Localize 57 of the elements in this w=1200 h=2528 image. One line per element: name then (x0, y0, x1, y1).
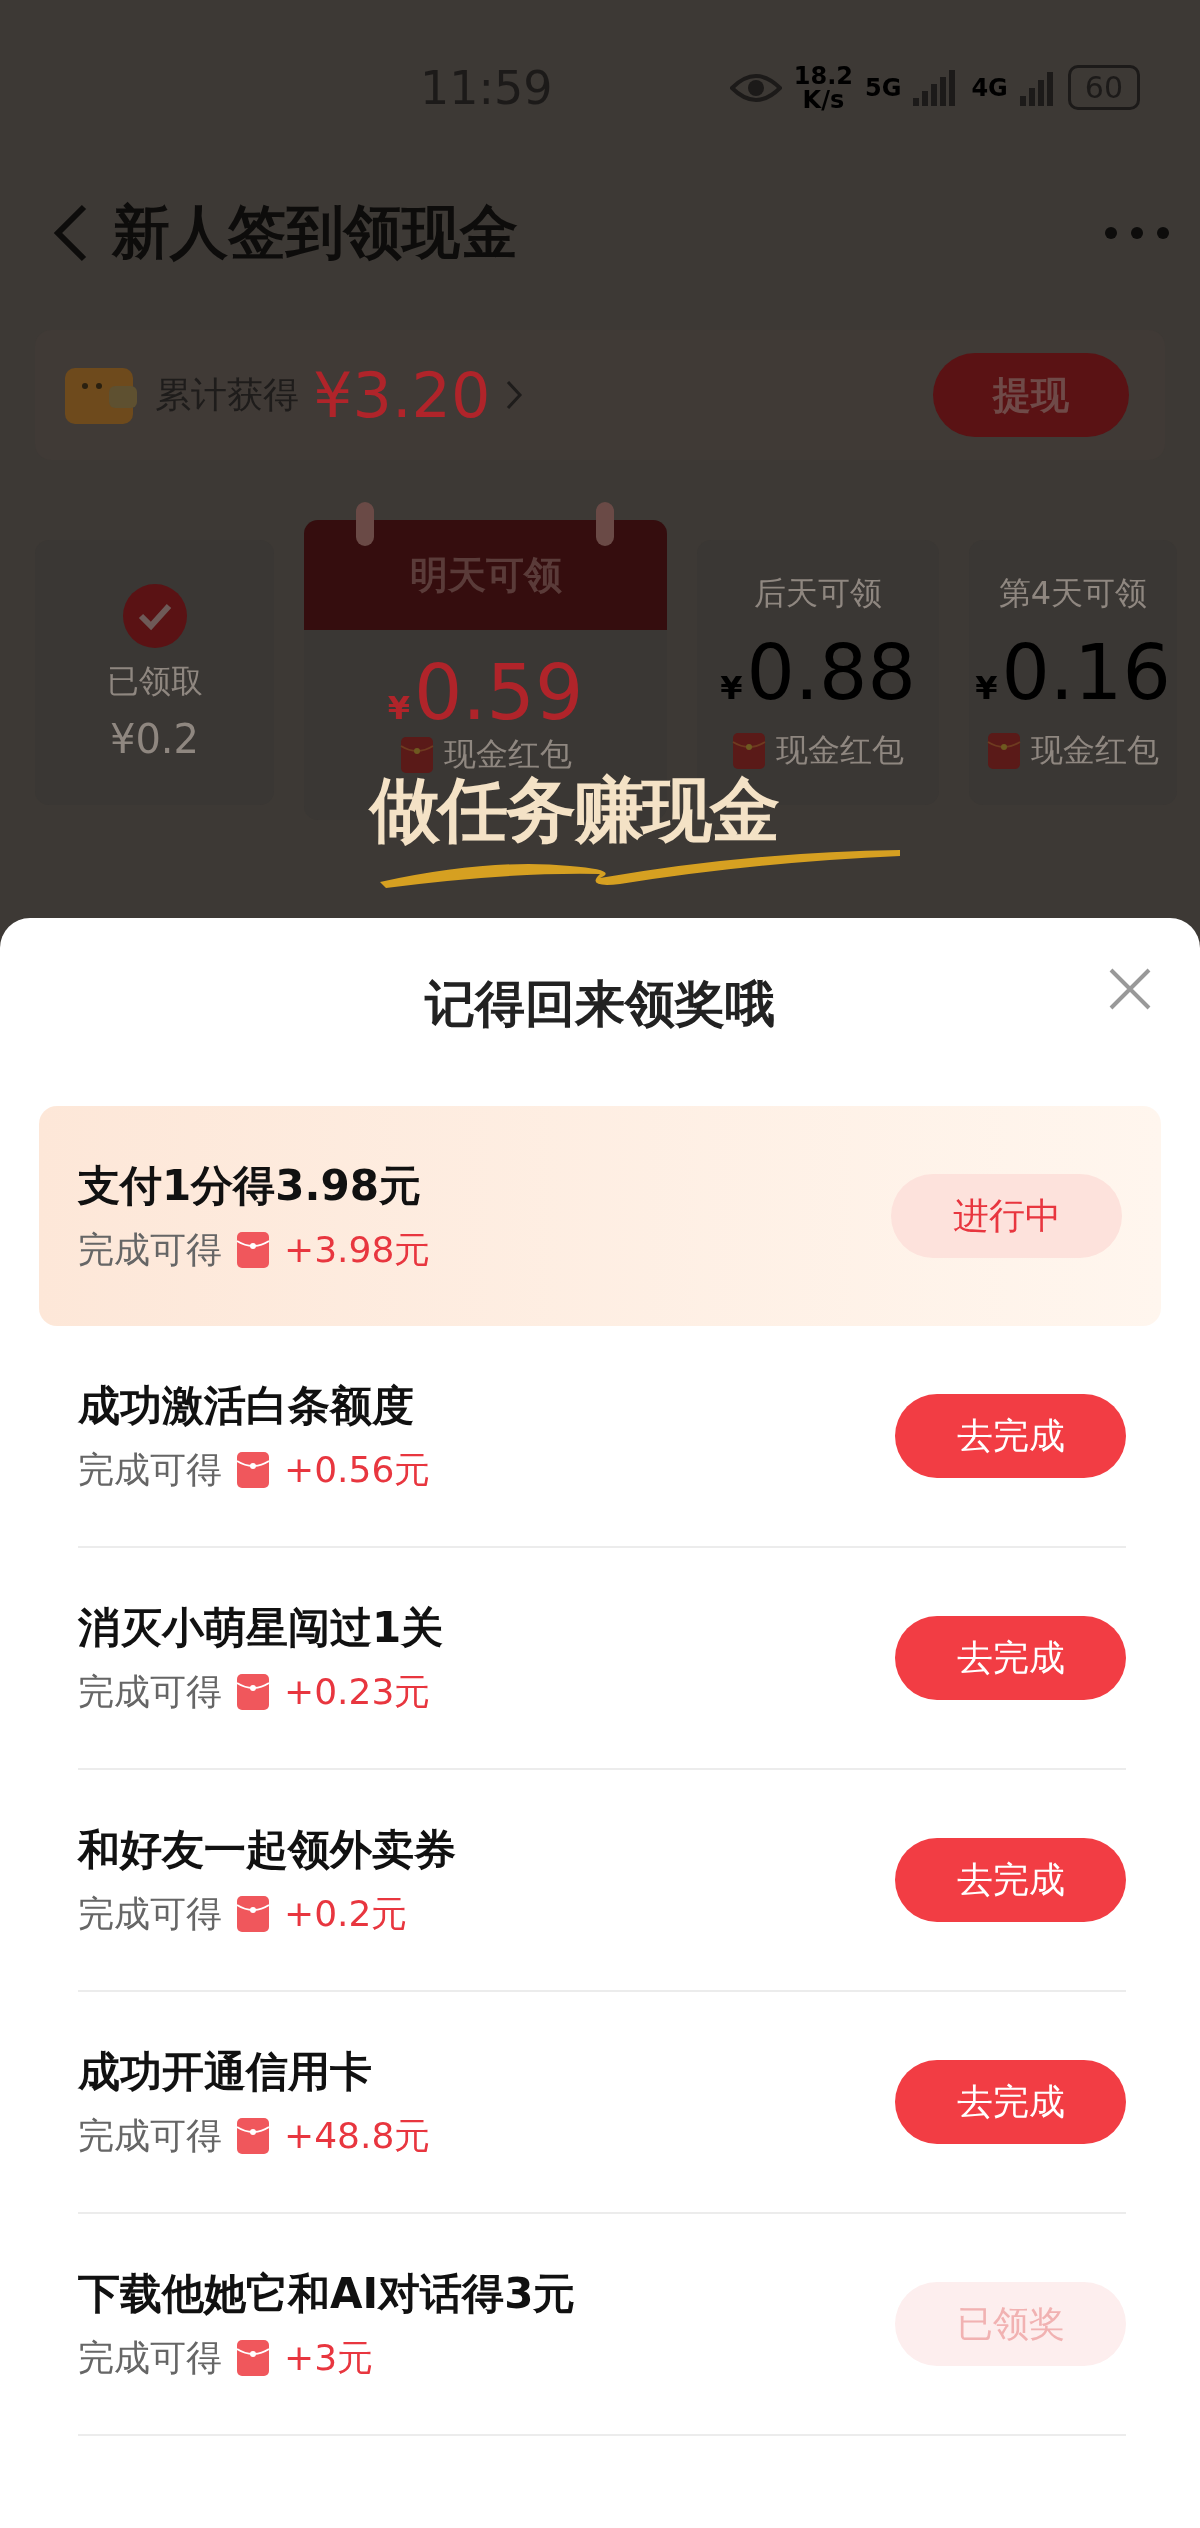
currency-symbol: ¥ (387, 689, 410, 727)
eye-icon (729, 71, 782, 104)
reward-label: 现金红包 (1031, 730, 1159, 771)
task-caption: 完成可得 (78, 2113, 222, 2158)
network-type: 4G (971, 73, 1008, 102)
day-amount: 0.59 (414, 648, 584, 737)
task-title: 下载他她它和AI对话得3元 (78, 2267, 576, 2320)
day-label: 已领取 (106, 660, 203, 702)
speed-unit: K/s (802, 87, 845, 112)
network-type: 5G (865, 73, 902, 102)
binder-ring (356, 502, 374, 546)
envelope-icon (236, 1231, 270, 1269)
currency-symbol: ¥ (975, 669, 998, 707)
task-reward: +0.2元 (284, 1891, 408, 1936)
chevron-right-icon[interactable] (504, 379, 523, 411)
task-reward: +48.8元 (284, 2113, 431, 2158)
day-amount: 0.88 (746, 628, 916, 717)
task-button[interactable]: 进行中 (891, 1174, 1122, 1258)
more-icon[interactable] (1104, 225, 1170, 240)
day-amount: ¥0.2 (109, 715, 200, 762)
task-caption: 完成可得 (78, 1891, 222, 1936)
envelope-icon (236, 2117, 270, 2155)
task-reward: +3.98元 (284, 1227, 431, 1272)
reward-label: 现金红包 (776, 730, 904, 771)
task-title: 和好友一起领外卖券 (78, 1823, 456, 1876)
task-caption: 完成可得 (78, 2335, 222, 2380)
task-title: 消灭小萌星闯过1关 (78, 1601, 444, 1654)
task-button[interactable]: 去完成 (895, 1616, 1126, 1700)
envelope-icon (732, 732, 766, 770)
signal-icon (1019, 69, 1056, 106)
currency-symbol: ¥ (720, 669, 743, 707)
envelope-icon (399, 736, 434, 774)
task-button[interactable]: 去完成 (895, 2060, 1126, 2144)
task-title: 成功激活白条额度 (78, 1379, 415, 1432)
envelope-icon (987, 732, 1021, 770)
task-button[interactable]: 去完成 (895, 1394, 1126, 1478)
task-reward: +0.56元 (284, 1447, 431, 1492)
day-amount: 0.16 (1001, 628, 1171, 717)
task-caption: 完成可得 (78, 1447, 222, 1492)
earnings-amount: ¥3.20 (313, 358, 491, 432)
envelope-icon (236, 1673, 270, 1711)
sheet-title: 记得回来领奖哦 (425, 973, 775, 1035)
network-speed: 18.2 (793, 63, 853, 88)
envelope-icon (236, 1451, 270, 1489)
task-caption: 完成可得 (78, 1669, 222, 1714)
task-reward: +0.23元 (284, 1669, 431, 1714)
day-label: 后天可领 (754, 573, 882, 614)
task-reward: +3元 (284, 2335, 374, 2380)
envelope-icon (236, 1895, 270, 1933)
binder-ring (596, 502, 614, 546)
envelope-icon (236, 2339, 270, 2377)
task-title: 支付1分得3.98元 (78, 1159, 422, 1212)
task-title: 成功开通信用卡 (78, 2045, 373, 2098)
day-label: 第4天可领 (998, 573, 1148, 614)
task-button[interactable]: 去完成 (895, 1838, 1126, 1922)
task-caption: 完成可得 (78, 1227, 222, 1272)
check-circle-icon (122, 583, 187, 648)
